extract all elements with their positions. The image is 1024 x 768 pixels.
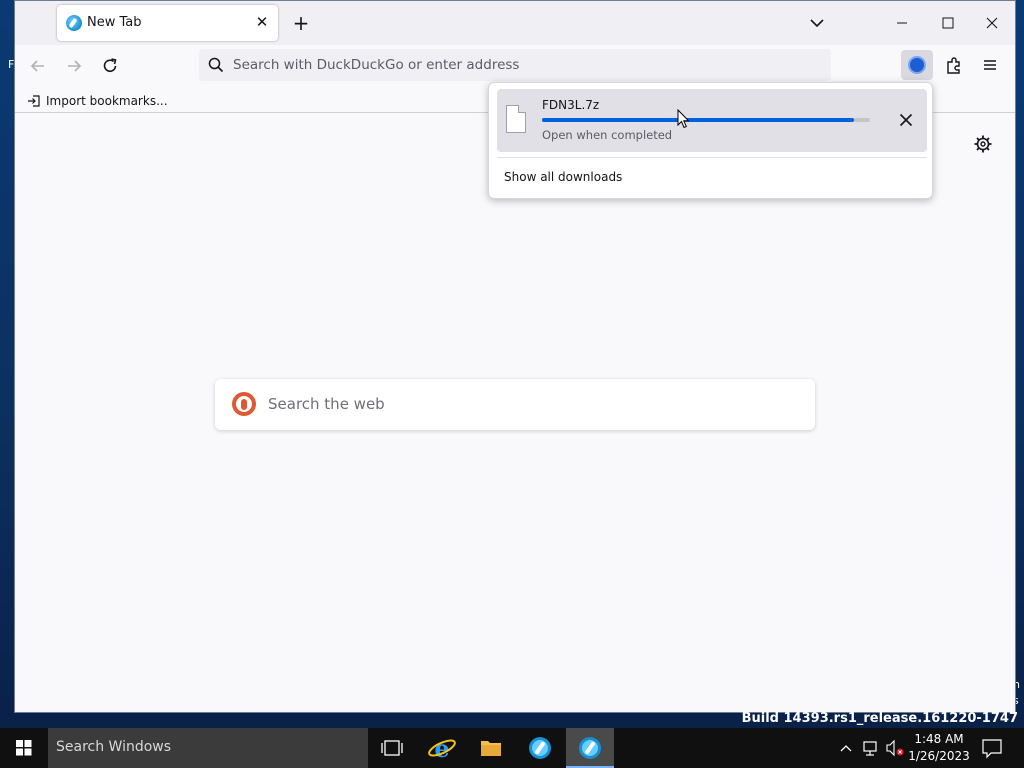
taskbar-file-explorer[interactable] — [467, 728, 515, 768]
volume-button[interactable] — [884, 728, 906, 768]
minimize-button[interactable] — [887, 9, 917, 37]
build-watermark: Build 14393.rs1_release.161220-1747 — [741, 711, 1018, 726]
task-view-button[interactable] — [368, 728, 416, 768]
web-search-placeholder: Search the web — [268, 395, 385, 413]
maximize-button[interactable] — [933, 9, 963, 37]
clock-date: 1/26/2023 — [908, 749, 970, 763]
start-button[interactable] — [0, 728, 48, 768]
file-icon — [506, 105, 526, 133]
import-bookmarks-label: Import bookmarks... — [46, 94, 168, 108]
puzzle-icon — [947, 57, 960, 74]
downloads-panel: FDN3L.7z Open when completed Show all do… — [488, 82, 933, 199]
folder-icon — [481, 741, 501, 756]
duckduckgo-logo-icon — [232, 392, 256, 416]
browser-logo-icon — [66, 15, 82, 31]
taskbar-browser[interactable] — [516, 728, 564, 768]
list-all-tabs-button[interactable] — [805, 11, 829, 35]
chevron-down-icon — [810, 19, 824, 28]
close-icon — [986, 17, 998, 29]
mouse-cursor-icon — [677, 109, 690, 129]
reload-button[interactable] — [99, 55, 121, 77]
application-menu-button[interactable] — [979, 54, 1001, 76]
action-center-button[interactable] — [978, 728, 1006, 768]
gear-icon — [974, 135, 992, 153]
tab-bar: New Tab ✕ + — [15, 1, 1015, 45]
search-icon — [207, 56, 225, 74]
volume-muted-icon — [886, 739, 904, 757]
browser-logo-icon — [529, 737, 551, 759]
page-settings-button[interactable] — [973, 134, 993, 154]
maximize-icon — [942, 17, 954, 29]
navigation-toolbar: Search with DuckDuckGo or enter address — [15, 45, 1015, 87]
hamburger-menu-icon — [984, 60, 996, 70]
tab-close-button[interactable]: ✕ — [254, 14, 270, 30]
notification-icon — [982, 739, 1002, 759]
web-search-box[interactable]: Search the web — [215, 379, 815, 430]
browser-logo-icon — [579, 737, 601, 759]
divider — [497, 157, 927, 158]
new-tab-page: Search the web — [15, 114, 1015, 712]
download-item[interactable]: FDN3L.7z Open when completed — [497, 89, 927, 152]
address-bar-placeholder: Search with DuckDuckGo or enter address — [233, 57, 520, 73]
import-bookmarks-button[interactable]: Import bookmarks... — [27, 92, 168, 110]
tab-new-tab[interactable]: New Tab ✕ — [57, 5, 278, 41]
svg-text:e: e — [434, 734, 449, 763]
taskbar: Search Windows e 1:48 AM 1/26/2023 — [0, 728, 1024, 768]
network-icon — [863, 741, 877, 756]
taskbar-search-box[interactable]: Search Windows — [48, 728, 368, 768]
download-progress-icon — [908, 56, 926, 74]
minimize-icon — [897, 22, 907, 24]
download-status: Open when completed — [542, 128, 673, 142]
clock-time: 1:48 AM — [914, 732, 964, 746]
taskbar-internet-explorer[interactable]: e — [418, 728, 466, 768]
taskbar-clock[interactable]: 1:48 AM 1/26/2023 — [906, 731, 972, 765]
task-view-icon — [381, 740, 403, 756]
close-window-button[interactable] — [977, 9, 1007, 37]
tab-title: New Tab — [87, 15, 142, 30]
forward-arrow-icon — [68, 60, 82, 72]
downloads-button[interactable] — [901, 50, 933, 80]
back-button[interactable] — [27, 55, 49, 77]
new-tab-button[interactable]: + — [287, 9, 315, 37]
taskbar-search-placeholder: Search Windows — [56, 739, 172, 755]
chevron-up-icon — [840, 745, 852, 752]
cancel-download-button[interactable] — [895, 109, 917, 131]
import-icon — [28, 95, 40, 107]
network-button[interactable] — [860, 728, 882, 768]
download-progress-bar — [542, 118, 870, 122]
taskbar-browser-active[interactable] — [566, 728, 614, 768]
back-arrow-icon — [30, 60, 44, 72]
show-hidden-icons-button[interactable] — [836, 728, 856, 768]
download-progress-fill — [542, 118, 854, 122]
extensions-button[interactable] — [943, 54, 965, 76]
forward-button[interactable] — [63, 55, 85, 77]
internet-explorer-icon: e — [428, 734, 456, 763]
reload-icon — [103, 58, 117, 72]
close-icon — [899, 113, 913, 127]
windows-logo-icon — [16, 740, 32, 756]
address-bar[interactable]: Search with DuckDuckGo or enter address — [199, 49, 831, 81]
download-file-name: FDN3L.7z — [542, 98, 600, 112]
show-all-downloads-link[interactable]: Show all downloads — [504, 170, 622, 184]
